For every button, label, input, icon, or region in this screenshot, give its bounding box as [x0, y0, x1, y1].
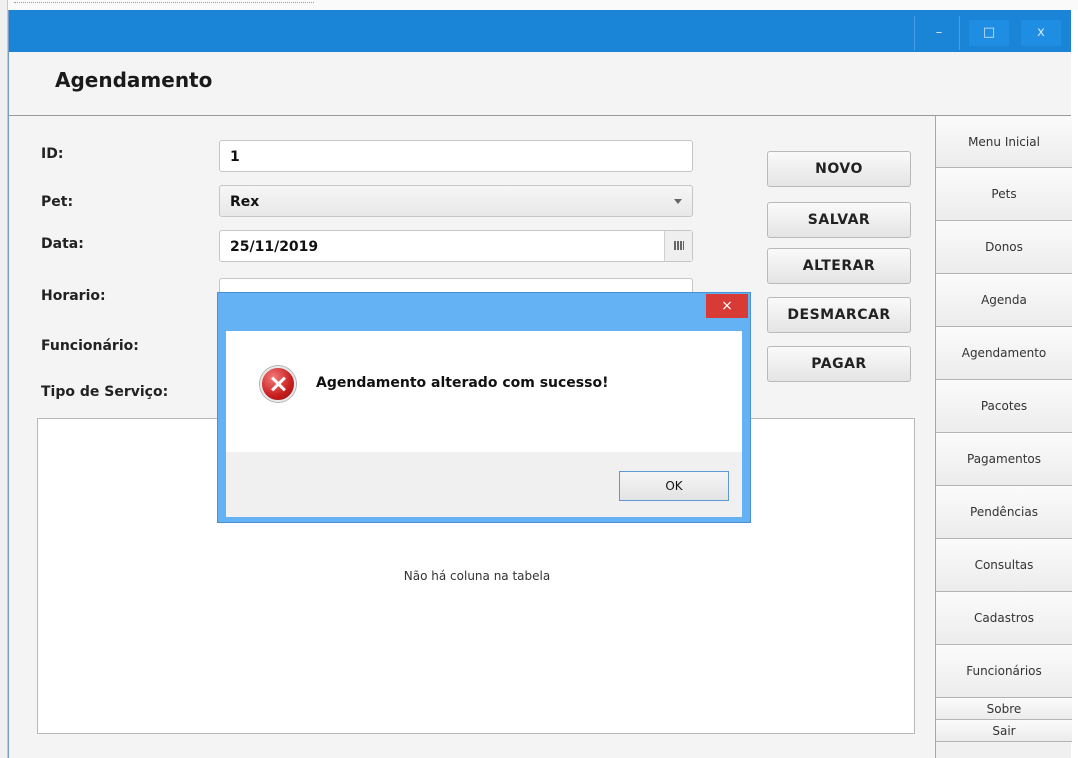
alterar-button[interactable]: ALTERAR: [767, 248, 911, 284]
sidebar-item-pendencias[interactable]: Pendências: [936, 486, 1072, 539]
dialog-body: Agendamento alterado com sucesso! OK: [226, 331, 742, 517]
background-left-edge: [0, 0, 8, 758]
pagar-button[interactable]: PAGAR: [767, 346, 911, 382]
table-empty-message: Não há coluna na tabela: [403, 569, 551, 583]
sidebar-item-donos[interactable]: Donos: [936, 221, 1072, 274]
id-field[interactable]: 1: [219, 140, 693, 172]
message-dialog: × Agendamento alterado com sucesso! OK: [217, 292, 751, 523]
sidebar-item-pacotes[interactable]: Pacotes: [936, 380, 1072, 433]
chevron-down-icon: [674, 199, 682, 204]
calendar-button[interactable]: [664, 231, 692, 261]
novo-button[interactable]: NOVO: [767, 151, 911, 187]
sidebar-item-pagamentos[interactable]: Pagamentos: [936, 433, 1072, 486]
date-field[interactable]: 25/11/2019: [219, 230, 693, 262]
ok-button[interactable]: OK: [619, 471, 729, 501]
sidebar-item-agendamento[interactable]: Agendamento: [936, 327, 1072, 380]
sidebar-nav: Menu Inicial Pets Donos Agenda Agendamen…: [935, 116, 1072, 758]
sidebar-item-menu-inicial[interactable]: Menu Inicial: [936, 116, 1072, 168]
calendar-icon: [674, 241, 684, 250]
background-text-fragment: [14, 2, 314, 5]
dialog-footer: OK: [226, 452, 742, 517]
page-header: Agendamento: [9, 52, 1071, 116]
sidebar-item-sobre[interactable]: Sobre: [936, 698, 1072, 720]
dialog-close-button[interactable]: ×: [706, 294, 748, 318]
desmarcar-button[interactable]: DESMARCAR: [767, 297, 911, 333]
dialog-message: Agendamento alterado com sucesso!: [316, 375, 609, 391]
id-label: ID:: [41, 146, 64, 162]
window-close-button[interactable]: x: [1021, 20, 1061, 46]
sidebar-item-funcionarios[interactable]: Funcionários: [936, 645, 1072, 698]
data-label: Data:: [41, 236, 84, 252]
sidebar-item-sair[interactable]: Sair: [936, 720, 1072, 742]
background-strip: [0, 0, 1078, 10]
titlebar-separator: [959, 16, 960, 50]
pet-select-value: Rex: [230, 194, 260, 210]
title-bar: – □ x: [9, 10, 1071, 52]
minimize-button[interactable]: –: [919, 20, 959, 46]
error-icon: [260, 366, 296, 402]
maximize-button[interactable]: □: [969, 20, 1009, 46]
titlebar-separator: [914, 16, 915, 50]
sidebar-item-pets[interactable]: Pets: [936, 168, 1072, 221]
sidebar-item-consultas[interactable]: Consultas: [936, 539, 1072, 592]
pet-select[interactable]: Rex: [219, 185, 693, 217]
tipo-servico-label: Tipo de Serviço:: [41, 384, 169, 400]
page-title: Agendamento: [55, 68, 213, 92]
funcionario-label: Funcionário:: [41, 338, 139, 354]
pet-label: Pet:: [41, 194, 74, 210]
sidebar-item-cadastros[interactable]: Cadastros: [936, 592, 1072, 645]
horario-label: Horario:: [41, 288, 106, 304]
sidebar-item-agenda[interactable]: Agenda: [936, 274, 1072, 327]
salvar-button[interactable]: SALVAR: [767, 202, 911, 238]
date-field-value: 25/11/2019: [230, 239, 319, 255]
